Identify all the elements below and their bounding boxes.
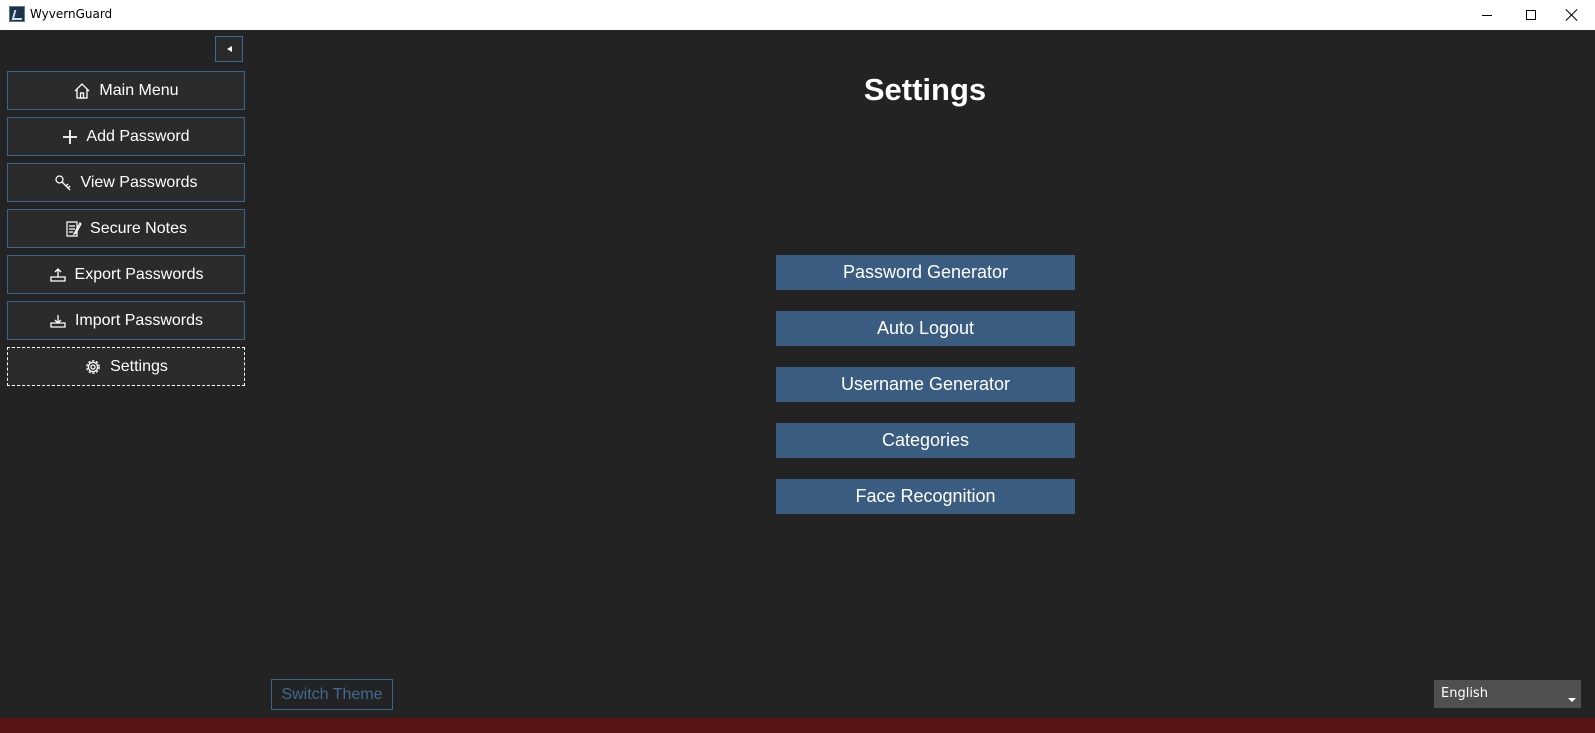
window-title: WyvernGuard	[30, 7, 113, 21]
close-button[interactable]	[1549, 0, 1595, 30]
gear-icon	[86, 359, 100, 374]
sidebar-item-view-passwords[interactable]: View Passwords	[7, 163, 245, 202]
sidebar-item-add-password[interactable]: Add Password	[7, 117, 245, 156]
username-generator-button[interactable]: Username Generator	[776, 367, 1075, 402]
close-icon	[1566, 9, 1578, 21]
maximize-button[interactable]	[1508, 0, 1554, 30]
sidebar-item-settings[interactable]: Settings	[7, 347, 245, 386]
page-title: Settings	[863, 72, 987, 107]
collapse-arrow-icon	[226, 46, 232, 52]
sidebar-item-export-passwords[interactable]: Export Passwords	[7, 255, 245, 294]
maximize-icon	[1526, 10, 1536, 20]
sidebar-item-label: Export Passwords	[74, 265, 204, 283]
import-icon	[50, 314, 66, 328]
chevron-down-icon	[1568, 698, 1576, 702]
language-value: English	[1441, 686, 1488, 701]
collapse-sidebar-button[interactable]	[215, 36, 243, 62]
note-icon	[66, 220, 82, 237]
sidebar-item-label: Secure Notes	[90, 219, 187, 237]
switch-theme-button[interactable]: Switch Theme	[271, 679, 393, 710]
sidebar-item-label: View Passwords	[80, 173, 198, 191]
sidebar-item-import-passwords[interactable]: Import Passwords	[7, 301, 245, 340]
password-generator-button[interactable]: Password Generator	[776, 255, 1075, 290]
app-logo-icon	[9, 6, 25, 22]
face-recognition-button[interactable]: Face Recognition	[776, 479, 1075, 514]
language-select[interactable]: English	[1434, 680, 1581, 708]
plus-icon	[63, 129, 78, 144]
categories-button[interactable]: Categories	[776, 423, 1075, 458]
sidebar-item-label: Import Passwords	[74, 311, 204, 329]
sidebar-item-secure-notes[interactable]: Secure Notes	[7, 209, 245, 248]
export-icon	[49, 267, 66, 282]
sidebar-item-label: Add Password	[86, 127, 190, 145]
title-bar: WyvernGuard	[0, 0, 1595, 30]
minimize-icon	[1482, 14, 1492, 16]
sidebar-item-label: Settings	[110, 357, 168, 375]
key-icon	[55, 174, 71, 190]
auto-logout-button[interactable]: Auto Logout	[776, 311, 1075, 346]
main-area: Main Menu Add Password View Passwords Se…	[0, 30, 1595, 718]
minimize-button[interactable]	[1464, 0, 1510, 30]
